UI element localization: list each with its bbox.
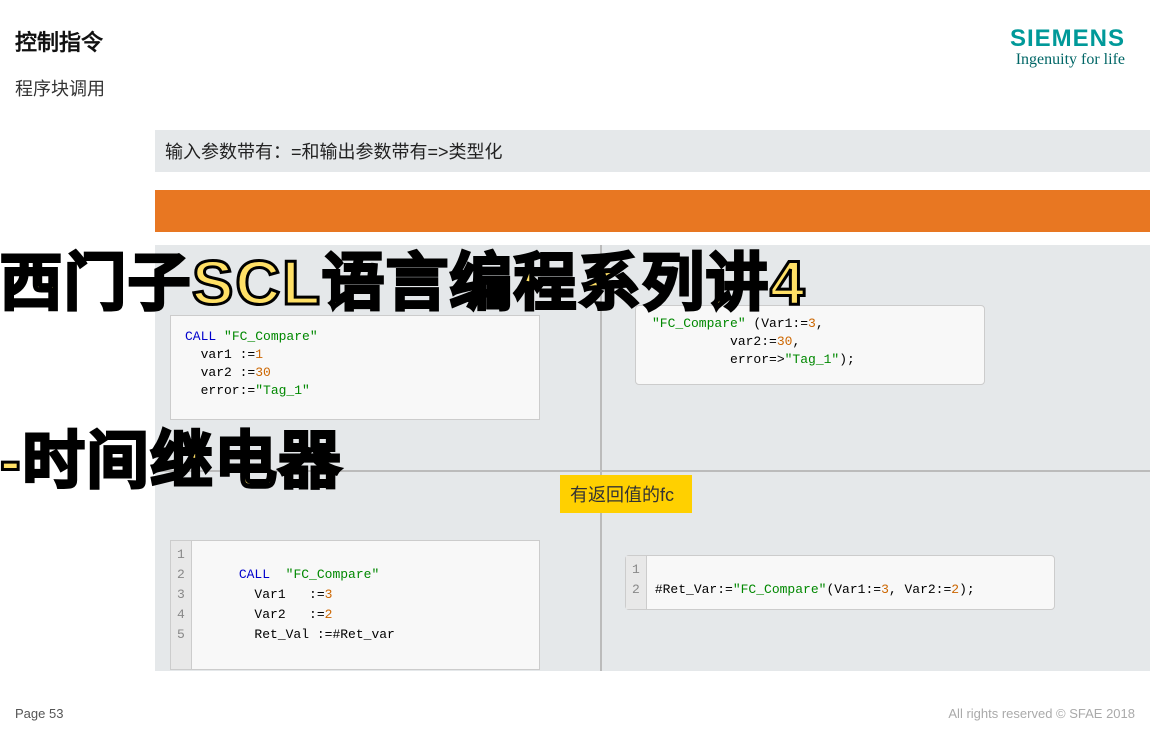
- code-snippet-stl-call-1: CALL "FC_Compare" var1 :=1 var2 :=30 err…: [170, 315, 540, 420]
- page-subtitle: 程序块调用: [15, 75, 105, 101]
- logo-tagline: Ingenuity for life: [1010, 51, 1125, 69]
- overlay-headline-1: 西门子SCL语言编程系列讲4: [0, 232, 806, 322]
- code-content: CALL "FC_Compare" Var1 :=3 Var2 :=2 Ret_…: [192, 541, 403, 669]
- orange-header-bar: [155, 190, 1150, 232]
- info-bar: 输入参数带有：=和输出参数带有=>类型化: [155, 130, 1150, 172]
- page-number: Page 53: [15, 706, 63, 721]
- footer: Page 53 All rights reserved © SFAE 2018: [0, 706, 1150, 721]
- logo-brand-text: SIEMENS: [1010, 25, 1125, 53]
- code-snippet-stl-call-2: 1 2 3 4 5 CALL "FC_Compare" Var1 :=3 Var…: [170, 540, 540, 670]
- code-content: #Ret_Var:="FC_Compare"(Var1:=3, Var2:=2)…: [647, 556, 983, 609]
- code-content: CALL "FC_Compare" var1 :=1 var2 :=30 err…: [177, 324, 533, 404]
- yellow-callout-label: 有返回值的fc: [560, 475, 692, 513]
- line-gutter: 1 2 3 4 5: [171, 541, 192, 669]
- siemens-logo: SIEMENS Ingenuity for life: [1010, 25, 1125, 69]
- overlay-headline-2: -时间继电器: [0, 410, 343, 500]
- page-title: 控制指令: [15, 25, 105, 57]
- copyright-text: All rights reserved © SFAE 2018: [948, 706, 1135, 721]
- line-gutter: 1 2: [626, 556, 647, 609]
- header-left: 控制指令 程序块调用: [15, 25, 105, 101]
- code-snippet-scl-call-2: 1 2 #Ret_Var:="FC_Compare"(Var1:=3, Var2…: [625, 555, 1055, 610]
